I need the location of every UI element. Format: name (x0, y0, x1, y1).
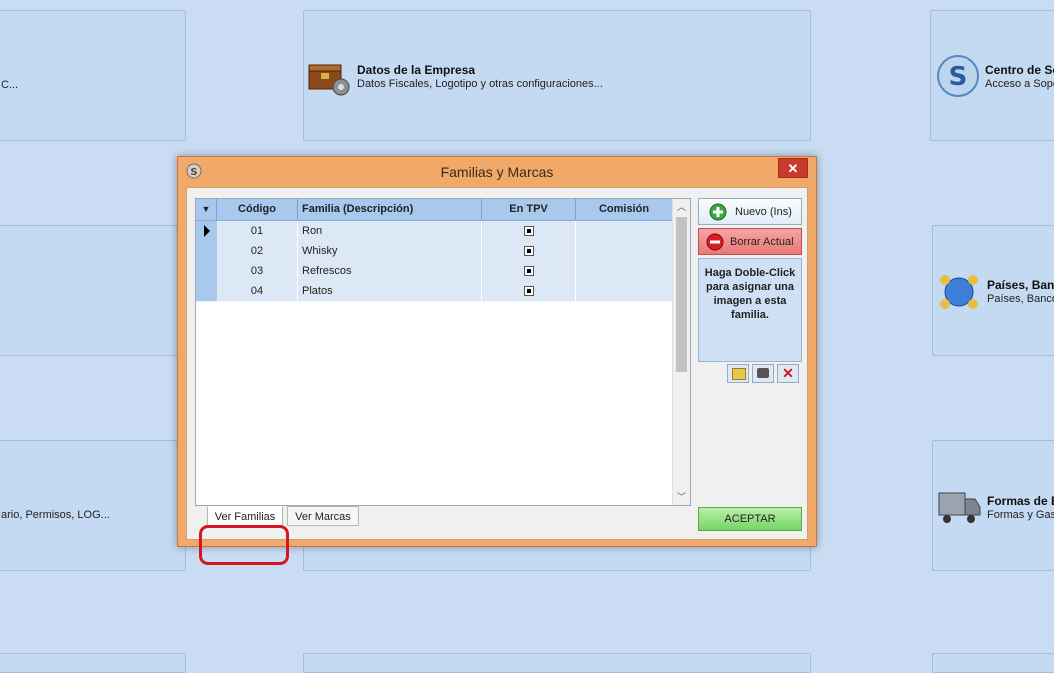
cell-familia[interactable]: Whisky (298, 241, 482, 261)
tile-left-top-subtitle: C... (1, 79, 19, 91)
globe-network-icon (937, 270, 981, 315)
table-row[interactable]: 01 Ron (196, 221, 673, 242)
cell-familia[interactable]: Refrescos (298, 261, 482, 281)
delete-image-button[interactable]: ✕ (777, 364, 799, 383)
tab-ver-familias[interactable]: Ver Familias (207, 506, 283, 526)
cell-codigo[interactable]: 03 (217, 261, 298, 281)
column-header-familia[interactable]: Familia (Descripción) (298, 199, 482, 220)
minus-icon (706, 233, 724, 254)
delete-x-icon: ✕ (782, 365, 794, 381)
tile-formas-envio[interactable]: Formas de E Formas y Gas (932, 440, 1054, 571)
scroll-up-icon[interactable]: ︿ (673, 199, 690, 215)
toolbox-icon (307, 59, 351, 102)
cell-comision[interactable] (576, 281, 673, 301)
image-hint-text: Haga Doble-Click para asignar una imagen… (704, 267, 796, 321)
familias-grid[interactable]: ▼ Código Familia (Descripción) En TPV Co… (195, 198, 691, 506)
tile-paises-title: Países, Banco (987, 278, 1054, 292)
tile-datos-empresa[interactable]: Datos de la Empresa Datos Fiscales, Logo… (303, 10, 811, 141)
en-tpv-checkbox[interactable] (524, 246, 534, 256)
support-logo-icon: S (935, 53, 981, 102)
en-tpv-checkbox[interactable] (524, 266, 534, 276)
dialog-body: ▼ Código Familia (Descripción) En TPV Co… (186, 187, 808, 565)
dialog-title: Familias y Marcas (440, 164, 554, 180)
load-image-button[interactable] (727, 364, 749, 383)
tile-left-top[interactable]: C... (0, 10, 186, 141)
tile-row4-left[interactable] (0, 653, 186, 673)
cell-familia[interactable]: Ron (298, 221, 482, 241)
scroll-down-icon[interactable]: ﹀ (673, 489, 690, 505)
column-header-codigo[interactable]: Código (217, 199, 298, 220)
row-selector[interactable] (196, 281, 217, 301)
cell-en-tpv[interactable] (482, 261, 576, 281)
nuevo-label: Nuevo (Ins) (735, 206, 792, 218)
tile-paises-subtitle: Países, Banco (987, 293, 1054, 305)
cell-en-tpv[interactable] (482, 221, 576, 241)
tile-paises-bancos[interactable]: Países, Banco Países, Banco (932, 225, 1054, 356)
cell-comision[interactable] (576, 241, 673, 261)
tile-row4-right[interactable] (932, 653, 1054, 673)
cell-familia[interactable]: Platos (298, 281, 482, 301)
camera-icon (757, 368, 769, 378)
cell-codigo[interactable]: 02 (217, 241, 298, 261)
truck-icon (937, 487, 981, 530)
borrar-label: Borrar Actual (730, 236, 794, 248)
table-row[interactable]: 03 Refrescos (196, 261, 673, 282)
cell-codigo[interactable]: 01 (217, 221, 298, 241)
en-tpv-checkbox[interactable] (524, 286, 534, 296)
en-tpv-checkbox[interactable] (524, 226, 534, 236)
cell-en-tpv[interactable] (482, 241, 576, 261)
table-row[interactable]: 04 Platos (196, 281, 673, 302)
table-row[interactable]: 02 Whisky (196, 241, 673, 262)
cell-en-tpv[interactable] (482, 281, 576, 301)
tile-centro-soporte[interactable]: S Centro de So Acceso a Sopo (930, 10, 1054, 141)
tile-left-bottom-subtitle: ario, Permisos, LOG... (1, 509, 110, 521)
row-selector[interactable] (196, 261, 217, 281)
grid-header: ▼ Código Familia (Descripción) En TPV Co… (196, 199, 673, 221)
nuevo-button[interactable]: Nuevo (Ins) (698, 198, 802, 225)
annotation-highlight (199, 525, 289, 565)
tile-centro-soporte-subtitle: Acceso a Sopo (985, 78, 1054, 90)
aceptar-button[interactable]: ACEPTAR (698, 507, 802, 531)
tile-formas-subtitle: Formas y Gas (987, 509, 1054, 521)
tile-formas-title: Formas de E (987, 494, 1054, 508)
borrar-actual-button[interactable]: Borrar Actual (698, 228, 802, 255)
tile-datos-empresa-subtitle: Datos Fiscales, Logotipo y otras configu… (357, 78, 603, 90)
close-button[interactable]: ✕ (778, 158, 808, 178)
grid-scrollbar[interactable]: ︿ ﹀ (672, 199, 690, 505)
tile-row4-center[interactable] (303, 653, 811, 673)
column-header-en-tpv[interactable]: En TPV (482, 199, 576, 220)
tile-datos-empresa-title: Datos de la Empresa (357, 63, 476, 77)
cell-codigo[interactable]: 04 (217, 281, 298, 301)
scroll-thumb[interactable] (676, 217, 687, 372)
scan-image-button[interactable] (752, 364, 774, 383)
tile-left-bottom[interactable]: ario, Permisos, LOG... (0, 440, 186, 571)
column-menu-icon[interactable]: ▼ (202, 204, 211, 214)
row-pointer-icon (204, 225, 210, 237)
row-selector[interactable] (196, 241, 217, 261)
grid-selector-column[interactable]: ▼ (196, 199, 217, 220)
current-row-indicator (196, 221, 217, 241)
familia-image-box[interactable]: Haga Doble-Click para asignar una imagen… (698, 258, 802, 362)
folder-icon (732, 368, 746, 380)
tab-ver-marcas[interactable]: Ver Marcas (287, 506, 359, 526)
plus-icon (709, 203, 727, 224)
svg-text:S: S (949, 62, 968, 92)
tile-left-middle[interactable] (0, 225, 186, 356)
column-header-comision[interactable]: Comisión (576, 199, 673, 220)
cell-comision[interactable] (576, 221, 673, 241)
cell-comision[interactable] (576, 261, 673, 281)
tile-centro-soporte-title: Centro de So (985, 63, 1054, 77)
familias-marcas-dialog: S Familias y Marcas ✕ ▼ Código Familia (… (177, 156, 817, 565)
